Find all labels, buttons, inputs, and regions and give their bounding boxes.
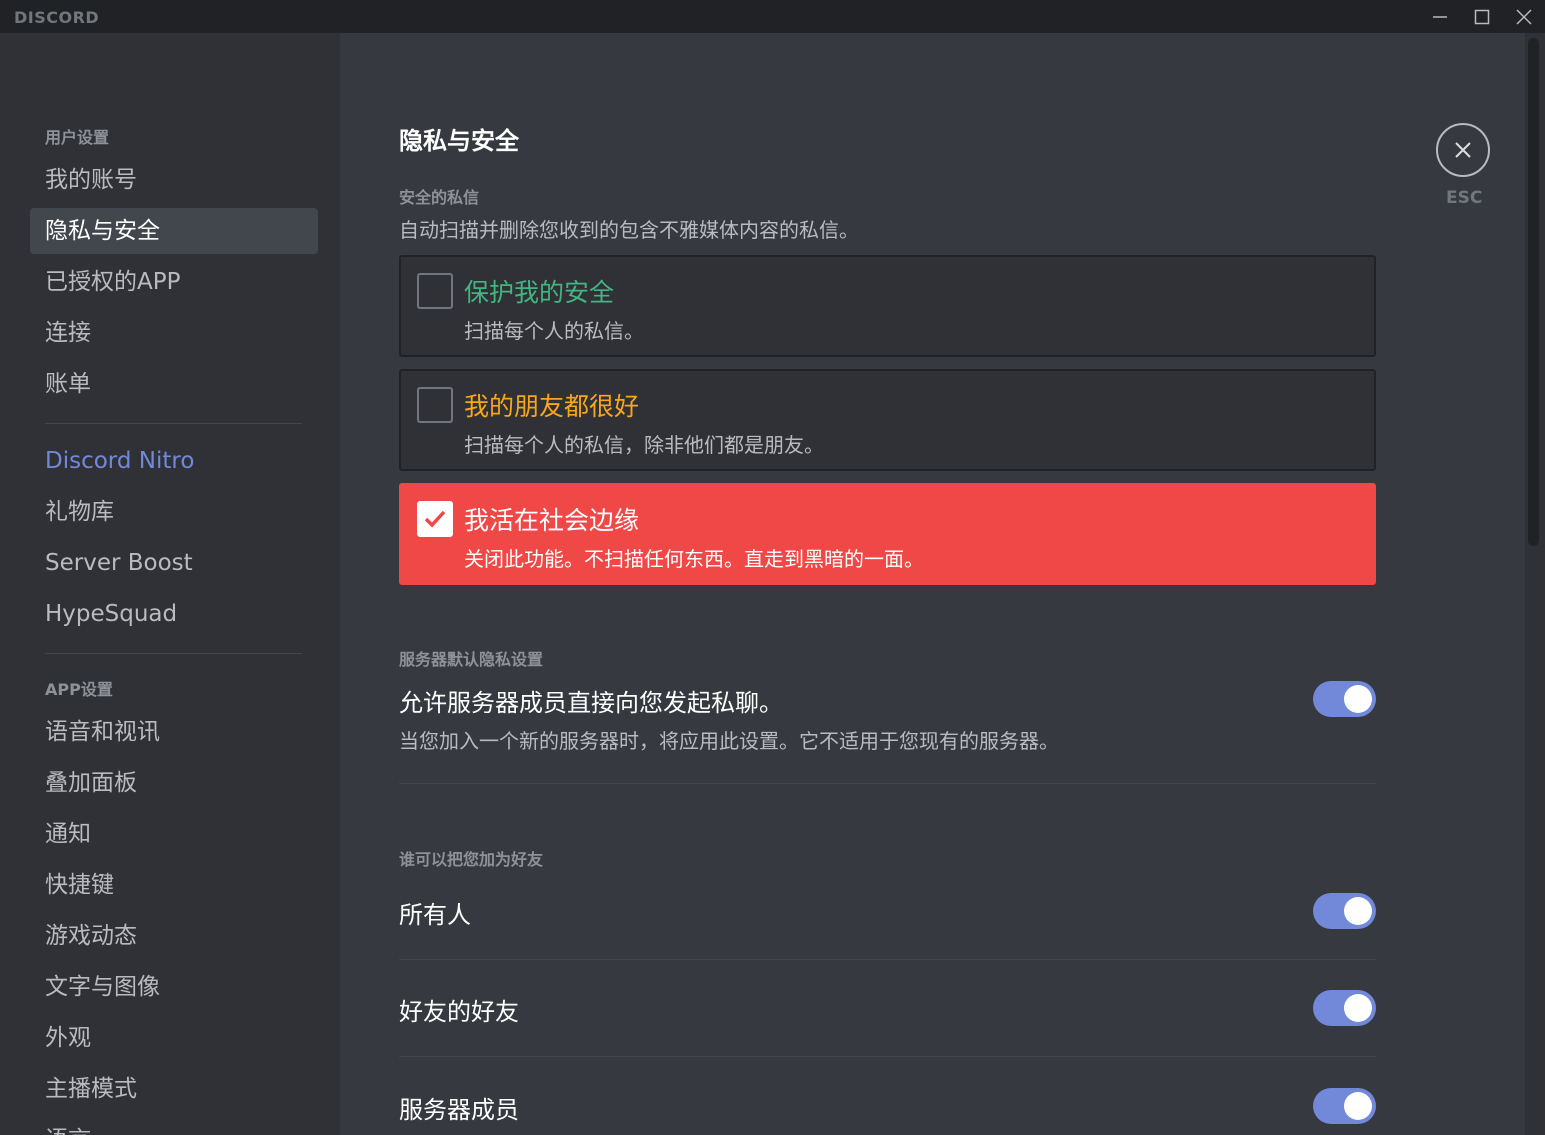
close-window-button[interactable] bbox=[1503, 0, 1545, 33]
checkbox[interactable] bbox=[417, 387, 453, 423]
sidebar-item-privacy-safety[interactable]: 隐私与安全 bbox=[30, 208, 318, 254]
safe-dm-option-keep-me-safe[interactable]: 保护我的安全 扫描每个人的私信。 bbox=[399, 255, 1376, 357]
allow-dm-title: 允许服务器成员直接向您发起私聊。 bbox=[399, 689, 783, 717]
maximize-button[interactable] bbox=[1461, 0, 1503, 33]
safe-dm-label: 安全的私信 bbox=[399, 188, 480, 207]
sidebar-item-discord-nitro[interactable]: Discord Nitro bbox=[30, 438, 318, 484]
settings-sidebar: 用户设置 我的账号 隐私与安全 已授权的APP 连接 账单 Discord Ni… bbox=[0, 33, 340, 1135]
sidebar-item-voice-video[interactable]: 语音和视讯 bbox=[30, 709, 318, 755]
option-title: 保护我的安全 bbox=[464, 278, 615, 307]
sidebar-item-game-activity[interactable]: 游戏动态 bbox=[30, 913, 318, 959]
sidebar-item-server-boost[interactable]: Server Boost bbox=[30, 540, 318, 586]
friend-request-server-members-toggle[interactable] bbox=[1313, 1088, 1376, 1124]
toggle-knob bbox=[1344, 1092, 1372, 1120]
toggle-knob bbox=[1344, 685, 1372, 713]
row-divider bbox=[399, 1056, 1376, 1057]
option-description: 关闭此功能。不扫描任何东西。直走到黑暗的一面。 bbox=[464, 547, 924, 571]
sidebar-item-appearance[interactable]: 外观 bbox=[30, 1015, 318, 1061]
toggle-knob bbox=[1344, 897, 1372, 925]
friend-request-server-members-title: 服务器成员 bbox=[399, 1096, 519, 1124]
sidebar-item-billing[interactable]: 账单 bbox=[30, 361, 318, 407]
server-privacy-label: 服务器默认隐私设置 bbox=[399, 650, 544, 669]
app-logo: DISCORD bbox=[14, 8, 100, 27]
esc-label: ESC bbox=[1446, 188, 1483, 208]
page-title: 隐私与安全 bbox=[399, 127, 519, 155]
close-settings-button[interactable] bbox=[1436, 123, 1490, 177]
sidebar-divider bbox=[45, 423, 302, 424]
settings-content: 隐私与安全 安全的私信 自动扫描并删除您收到的包含不雅媒体内容的私信。 保护我的… bbox=[340, 33, 1525, 1135]
toggle-knob bbox=[1344, 994, 1372, 1022]
sidebar-item-text-images[interactable]: 文字与图像 bbox=[30, 964, 318, 1010]
close-icon bbox=[1516, 8, 1532, 25]
section-divider bbox=[399, 783, 1376, 784]
sidebar-item-streamer-mode[interactable]: 主播模式 bbox=[30, 1066, 318, 1112]
checkbox[interactable] bbox=[417, 273, 453, 309]
safe-dm-option-do-not-scan[interactable]: 我活在社会边缘 关闭此功能。不扫描任何东西。直走到黑暗的一面。 bbox=[399, 483, 1376, 585]
sidebar-item-overlay[interactable]: 叠加面板 bbox=[30, 760, 318, 806]
option-title: 我活在社会边缘 bbox=[464, 506, 640, 535]
sidebar-item-gift-inventory[interactable]: 礼物库 bbox=[30, 489, 318, 535]
checkmark-icon bbox=[424, 510, 446, 528]
allow-dm-description: 当您加入一个新的服务器时，将应用此设置。它不适用于您现有的服务器。 bbox=[399, 729, 1059, 753]
app-settings-header: APP设置 bbox=[45, 680, 113, 699]
minimize-button[interactable] bbox=[1419, 0, 1461, 33]
safe-dm-option-friends-are-nice[interactable]: 我的朋友都很好 扫描每个人的私信，除非他们都是朋友。 bbox=[399, 369, 1376, 471]
friend-request-friends-of-friends-toggle[interactable] bbox=[1313, 990, 1376, 1026]
safe-dm-description: 自动扫描并删除您收到的包含不雅媒体内容的私信。 bbox=[399, 218, 859, 242]
sidebar-item-notifications[interactable]: 通知 bbox=[30, 811, 318, 857]
row-divider bbox=[399, 959, 1376, 960]
sidebar-item-keybinds[interactable]: 快捷键 bbox=[30, 862, 318, 908]
friend-request-everyone-title: 所有人 bbox=[399, 901, 471, 929]
sidebar-item-my-account[interactable]: 我的账号 bbox=[30, 157, 318, 203]
sidebar-item-authorized-apps[interactable]: 已授权的APP bbox=[30, 259, 318, 305]
sidebar-divider bbox=[45, 653, 302, 654]
checkbox-checked[interactable] bbox=[417, 501, 453, 537]
option-title: 我的朋友都很好 bbox=[464, 392, 640, 421]
friend-requests-label: 谁可以把您加为好友 bbox=[399, 850, 544, 869]
sidebar-item-language[interactable]: 语言 bbox=[30, 1117, 318, 1135]
friend-request-everyone-toggle[interactable] bbox=[1313, 893, 1376, 929]
sidebar-item-connections[interactable]: 连接 bbox=[30, 310, 318, 356]
maximize-icon bbox=[1474, 9, 1490, 24]
option-description: 扫描每个人的私信，除非他们都是朋友。 bbox=[464, 433, 824, 457]
close-icon bbox=[1455, 142, 1471, 158]
option-description: 扫描每个人的私信。 bbox=[464, 319, 644, 343]
minimize-icon bbox=[1433, 15, 1447, 18]
user-settings-header: 用户设置 bbox=[45, 128, 110, 147]
scrollbar-thumb[interactable] bbox=[1528, 38, 1539, 546]
title-bar: DISCORD bbox=[0, 0, 1545, 33]
sidebar-item-hypesquad[interactable]: HypeSquad bbox=[30, 591, 318, 637]
friend-request-friends-of-friends-title: 好友的好友 bbox=[399, 998, 519, 1026]
allow-dm-toggle[interactable] bbox=[1313, 681, 1376, 717]
